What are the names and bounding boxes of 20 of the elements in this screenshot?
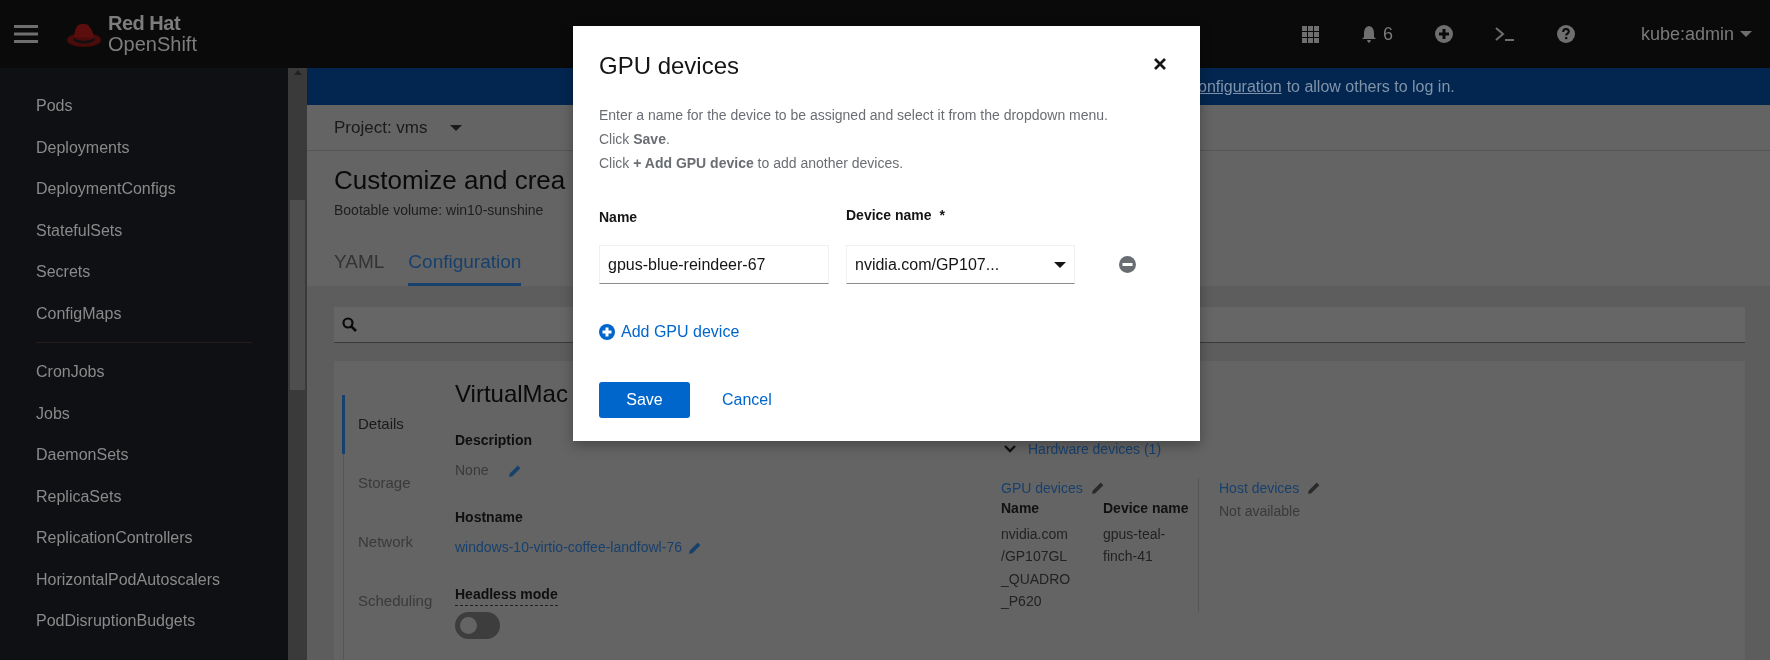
brand-name: Red Hat xyxy=(108,13,182,34)
section-title: VirtualMac xyxy=(455,379,568,409)
field-label: Name xyxy=(599,209,638,226)
table-cell: nvidia.com/GP107GL_QUADRO_P620 xyxy=(1001,516,1103,613)
field-label: Description xyxy=(455,431,532,451)
field-label: Hostname xyxy=(455,508,523,528)
instruction-text: Enter a name for the device to be assigned and select it from the dropdown menu. xyxy=(599,106,1109,126)
table-cell-text: gpus-teal-finch-41 xyxy=(1103,524,1167,567)
instruction-text: Click + Add GPU device to add another devices. xyxy=(599,154,905,174)
field-label: Device name xyxy=(846,206,932,226)
banner-text: to allow others to log in. xyxy=(1286,76,1455,97)
column-header: Device name xyxy=(1103,498,1190,517)
column-header: Name xyxy=(1001,498,1103,517)
instruction-text: Click Save. xyxy=(599,130,671,150)
page-subtitle: Bootable volume: win10-sunshine xyxy=(334,201,544,221)
dialog-title: GPU devices xyxy=(599,51,740,81)
required-mark: * xyxy=(939,206,946,226)
page-title: Customize and crea xyxy=(334,165,567,197)
product-name: OpenShift xyxy=(108,34,197,55)
field-label: Headless mode xyxy=(455,584,558,607)
